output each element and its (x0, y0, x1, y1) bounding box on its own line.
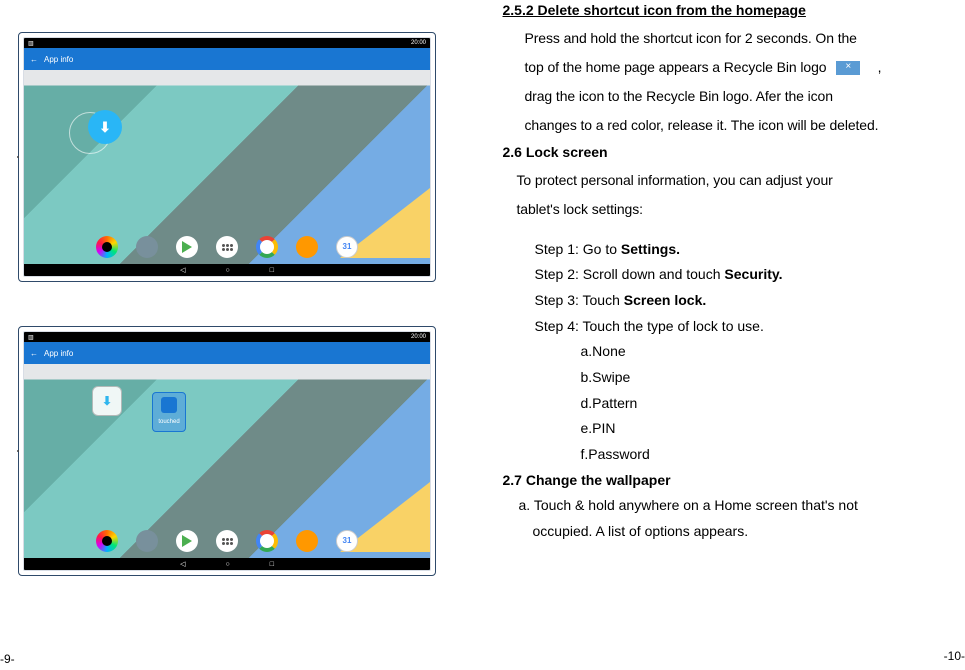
nav-back-icon: ◁ (180, 266, 185, 274)
calendar-icon: 31 (336, 236, 358, 258)
text: drag the icon to the Recycle Bin logo. A… (525, 84, 960, 109)
chrome-icon (256, 530, 278, 552)
play-store-icon (176, 236, 198, 258)
status-bar: ▥ 20:00 (24, 38, 430, 48)
app-drawer-icon (216, 530, 238, 552)
nav-home-icon: ○ (225, 561, 229, 568)
step-2: Step 2: Scroll down and touch Security. (535, 264, 960, 286)
text: To protect personal information, you can… (517, 168, 960, 193)
page-number-right: -10- (944, 647, 965, 666)
text: changes to a red color, release it. The … (525, 113, 960, 138)
nav-home-icon: ○ (225, 267, 229, 274)
heading-2-6: 2.6 Lock screen (503, 142, 960, 164)
back-arrow-icon: ← (30, 349, 38, 358)
app-info-title: App info (44, 349, 73, 358)
tablet-screenshot-2: ▥ 20:00 ← App info ⬇ touched 31 (18, 326, 436, 576)
status-time: 20:00 (411, 40, 426, 46)
drop-target: touched (152, 392, 186, 432)
files-app-icon (136, 530, 158, 552)
page-right: 2.5.2 Delete shortcut icon from the home… (483, 0, 965, 670)
calendar-icon: 31 (336, 530, 358, 552)
dragged-icon: ⬇ (92, 386, 122, 416)
media-app-icon (96, 236, 118, 258)
step-3: Step 3: Touch Screen lock. (535, 290, 960, 312)
step-4: Step 4: Touch the type of lock to use. (535, 316, 960, 338)
heading-2-7: 2.7 Change the wallpaper (503, 470, 960, 492)
text: top of the home page appears a Recycle B… (525, 55, 960, 80)
dock: 31 (24, 524, 430, 558)
app-info-title: App info (44, 55, 73, 64)
page-number-left: -9- (0, 652, 15, 666)
lock-option-password: f.Password (581, 444, 960, 466)
nav-bar: ◁ ○ □ (24, 558, 430, 570)
recycle-bin-chip-icon (836, 61, 860, 75)
nav-recent-icon: □ (270, 561, 274, 568)
text: a. Touch & hold anywhere on a Home scree… (503, 495, 960, 517)
lock-option-none: a.None (581, 341, 960, 363)
app-drawer-icon (216, 236, 238, 258)
headphones-icon (296, 236, 318, 258)
heading-2-5-2: 2.5.2 Delete shortcut icon from the home… (503, 0, 960, 22)
play-store-icon (176, 530, 198, 552)
text: Press and hold the shortcut icon for 2 s… (525, 26, 960, 51)
status-time: 20:00 (411, 334, 426, 340)
media-app-icon (96, 530, 118, 552)
tablet-screenshot-1: ▥ 20:00 ← App info ⬇ 31 (18, 32, 436, 282)
lock-option-swipe: b.Swipe (581, 367, 960, 389)
files-app-icon (136, 236, 158, 258)
app-info-bar: ← App info (24, 48, 430, 70)
lock-option-pin: e.PIN (581, 418, 960, 440)
lock-option-pattern: d.Pattern (581, 393, 960, 415)
text-fragment: , (878, 59, 882, 75)
status-left-icon: ▥ (28, 40, 34, 47)
headphones-icon (296, 530, 318, 552)
status-bar: ▥ 20:00 (24, 332, 430, 342)
app-info-bar: ← App info (24, 342, 430, 364)
nav-recent-icon: □ (270, 267, 274, 274)
chrome-icon (256, 236, 278, 258)
text: occupied. A list of options appears. (503, 521, 960, 543)
text-fragment: top of the home page appears a Recycle B… (525, 59, 827, 75)
nav-back-icon: ◁ (180, 560, 185, 568)
back-arrow-icon: ← (30, 55, 38, 64)
step-1: Step 1: Go to Settings. (535, 239, 960, 261)
nav-bar: ◁ ○ □ (24, 264, 430, 276)
download-app-icon: ⬇ (88, 110, 122, 144)
text: tablet's lock settings: (517, 197, 960, 222)
status-left-icon: ▥ (28, 334, 34, 341)
page-left: ▥ 20:00 ← App info ⬇ 31 (0, 0, 483, 670)
dock: 31 (24, 230, 430, 264)
